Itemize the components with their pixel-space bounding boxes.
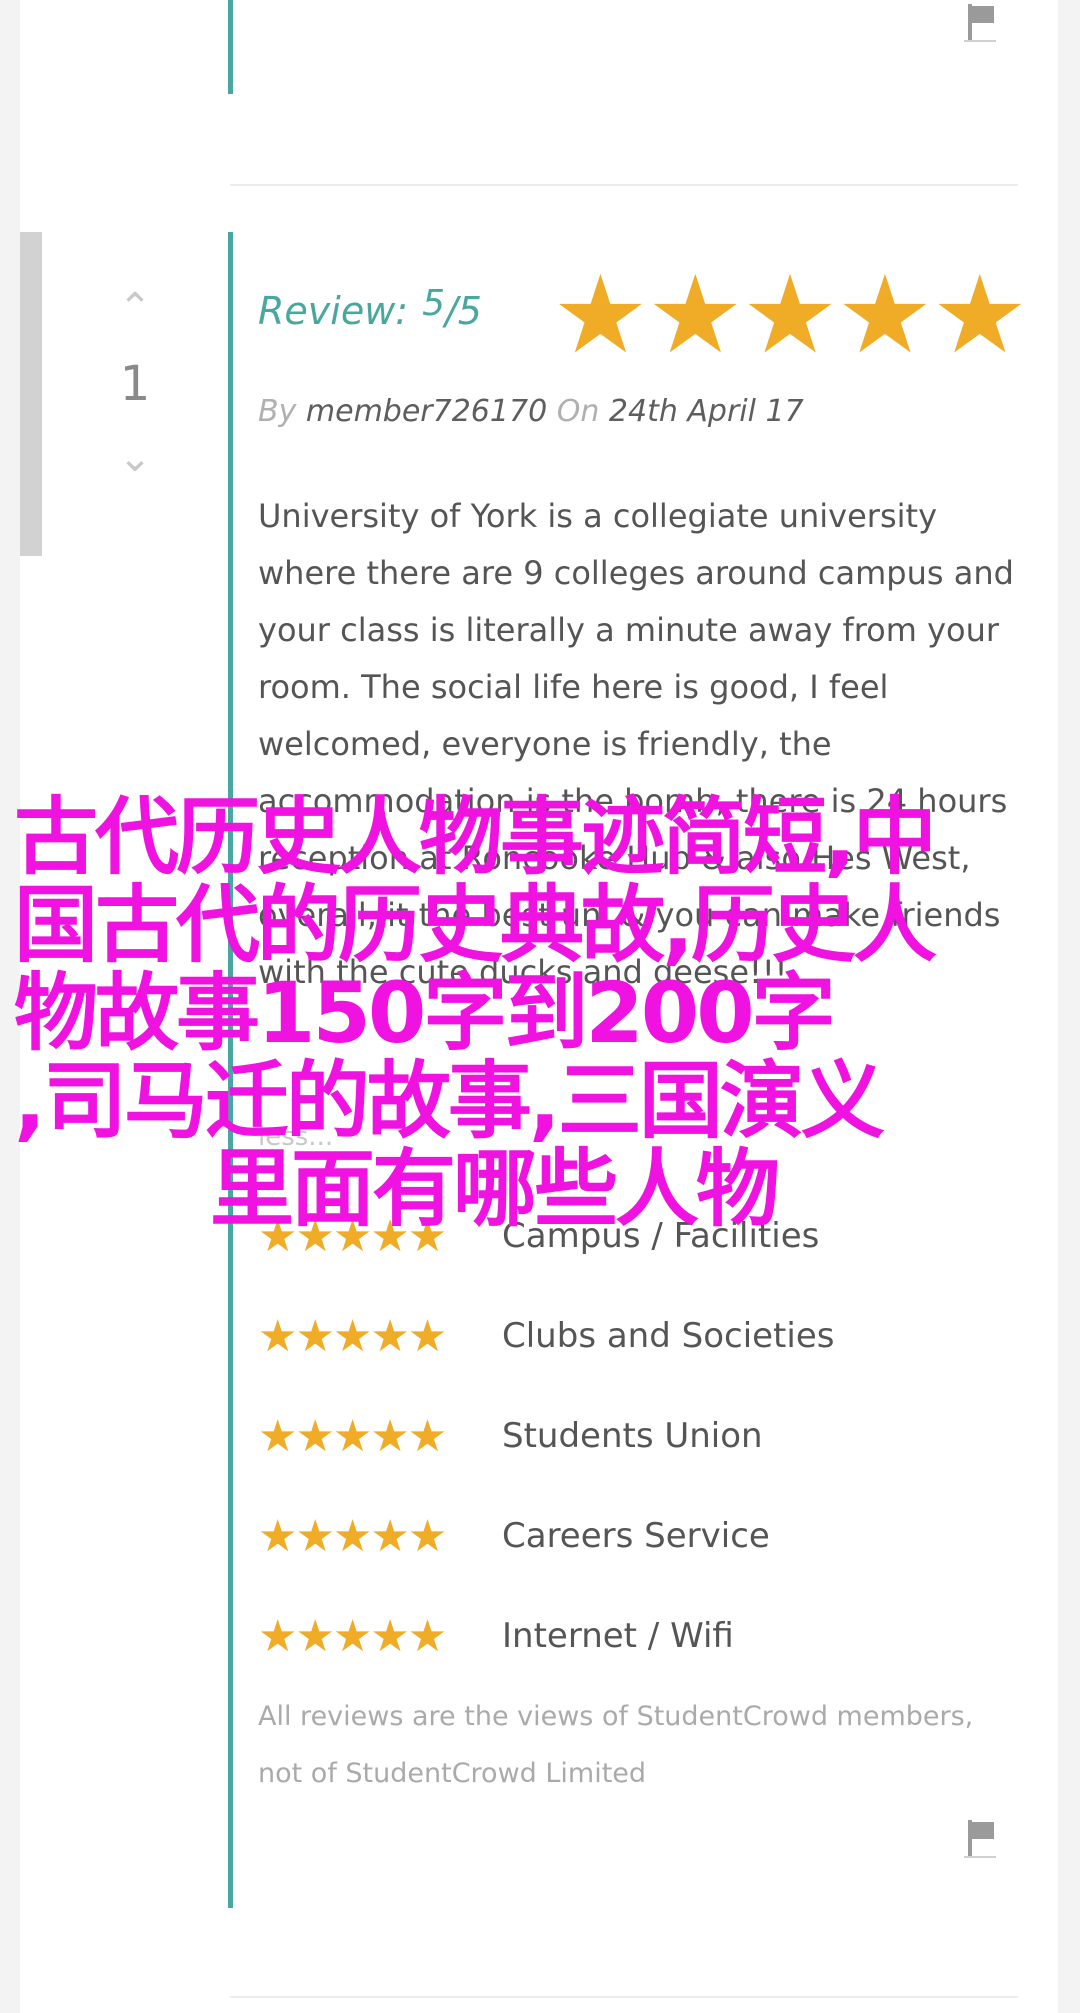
review-date: 24th April 17 <box>608 394 804 429</box>
star-icon: ★ <box>646 253 744 378</box>
star-rating: ★★★★★ <box>258 1610 447 1662</box>
overlay-caption: 古代历史人物事迹简短,中 国古代的历史典故,历史人 物故事150字到200字 ,… <box>14 793 1014 1233</box>
author-name[interactable]: member726170 <box>306 394 547 429</box>
overlay-line: 古代历史人物事迹简短,中 <box>14 788 937 886</box>
rating-row-internet: ★★★★★ Internet / Wifi <box>258 1586 834 1686</box>
accent-rail <box>228 0 233 94</box>
upvote-icon[interactable]: ⌃ <box>80 288 190 328</box>
review-score-value: 5 <box>422 282 445 324</box>
overlay-line: ,司马迁的故事,三国演义 <box>14 1052 885 1150</box>
disclaimer-text: All reviews are the views of StudentCrow… <box>258 1701 974 1789</box>
star-icon: ★ <box>931 253 1028 378</box>
rating-row-clubs: ★★★★★ Clubs and Societies <box>258 1286 834 1386</box>
review-score-denominator: /5 <box>445 289 482 333</box>
rating-label: Careers Service <box>502 1516 770 1556</box>
by-label: By <box>258 394 297 429</box>
overlay-line: 国古代的历史典故,历史人 <box>14 876 937 974</box>
vote-count: 1 <box>119 356 151 412</box>
vote-highlight-bar <box>20 232 42 556</box>
flag-icon[interactable] <box>964 1820 998 1858</box>
star-icon: ★ <box>552 253 649 378</box>
on-label: On <box>556 394 600 429</box>
overall-star-rating: ★ ★ ★ ★ ★ <box>552 253 1028 378</box>
star-icon: ★ <box>741 253 839 378</box>
overlay-line: 里面有哪些人物 <box>210 1140 780 1238</box>
review-label: Review: <box>258 289 409 333</box>
category-ratings: ★★★★★ Campus / Facilities ★★★★★ Clubs an… <box>258 1186 834 1686</box>
star-rating: ★★★★★ <box>258 1510 447 1562</box>
divider <box>230 184 1018 186</box>
vote-widget: ⌃ 1 ⌄ <box>80 288 190 478</box>
rating-row-students-union: ★★★★★ Students Union <box>258 1386 834 1486</box>
divider <box>230 1996 1018 1998</box>
review-byline: By member726170 On 24th April 17 <box>258 394 804 429</box>
rating-row-careers: ★★★★★ Careers Service <box>258 1486 834 1586</box>
overlay-line: 物故事150字到200字 <box>14 964 836 1062</box>
rating-label: Clubs and Societies <box>502 1316 835 1356</box>
review-score: Review: 5 /5 <box>258 276 482 346</box>
star-rating: ★★★★★ <box>258 1410 447 1462</box>
star-icon: ★ <box>836 253 933 378</box>
flag-icon[interactable] <box>964 4 998 42</box>
downvote-icon[interactable]: ⌄ <box>80 438 190 478</box>
rating-label: Students Union <box>502 1416 763 1456</box>
rating-label: Internet / Wifi <box>502 1616 734 1656</box>
star-rating: ★★★★★ <box>258 1310 447 1362</box>
